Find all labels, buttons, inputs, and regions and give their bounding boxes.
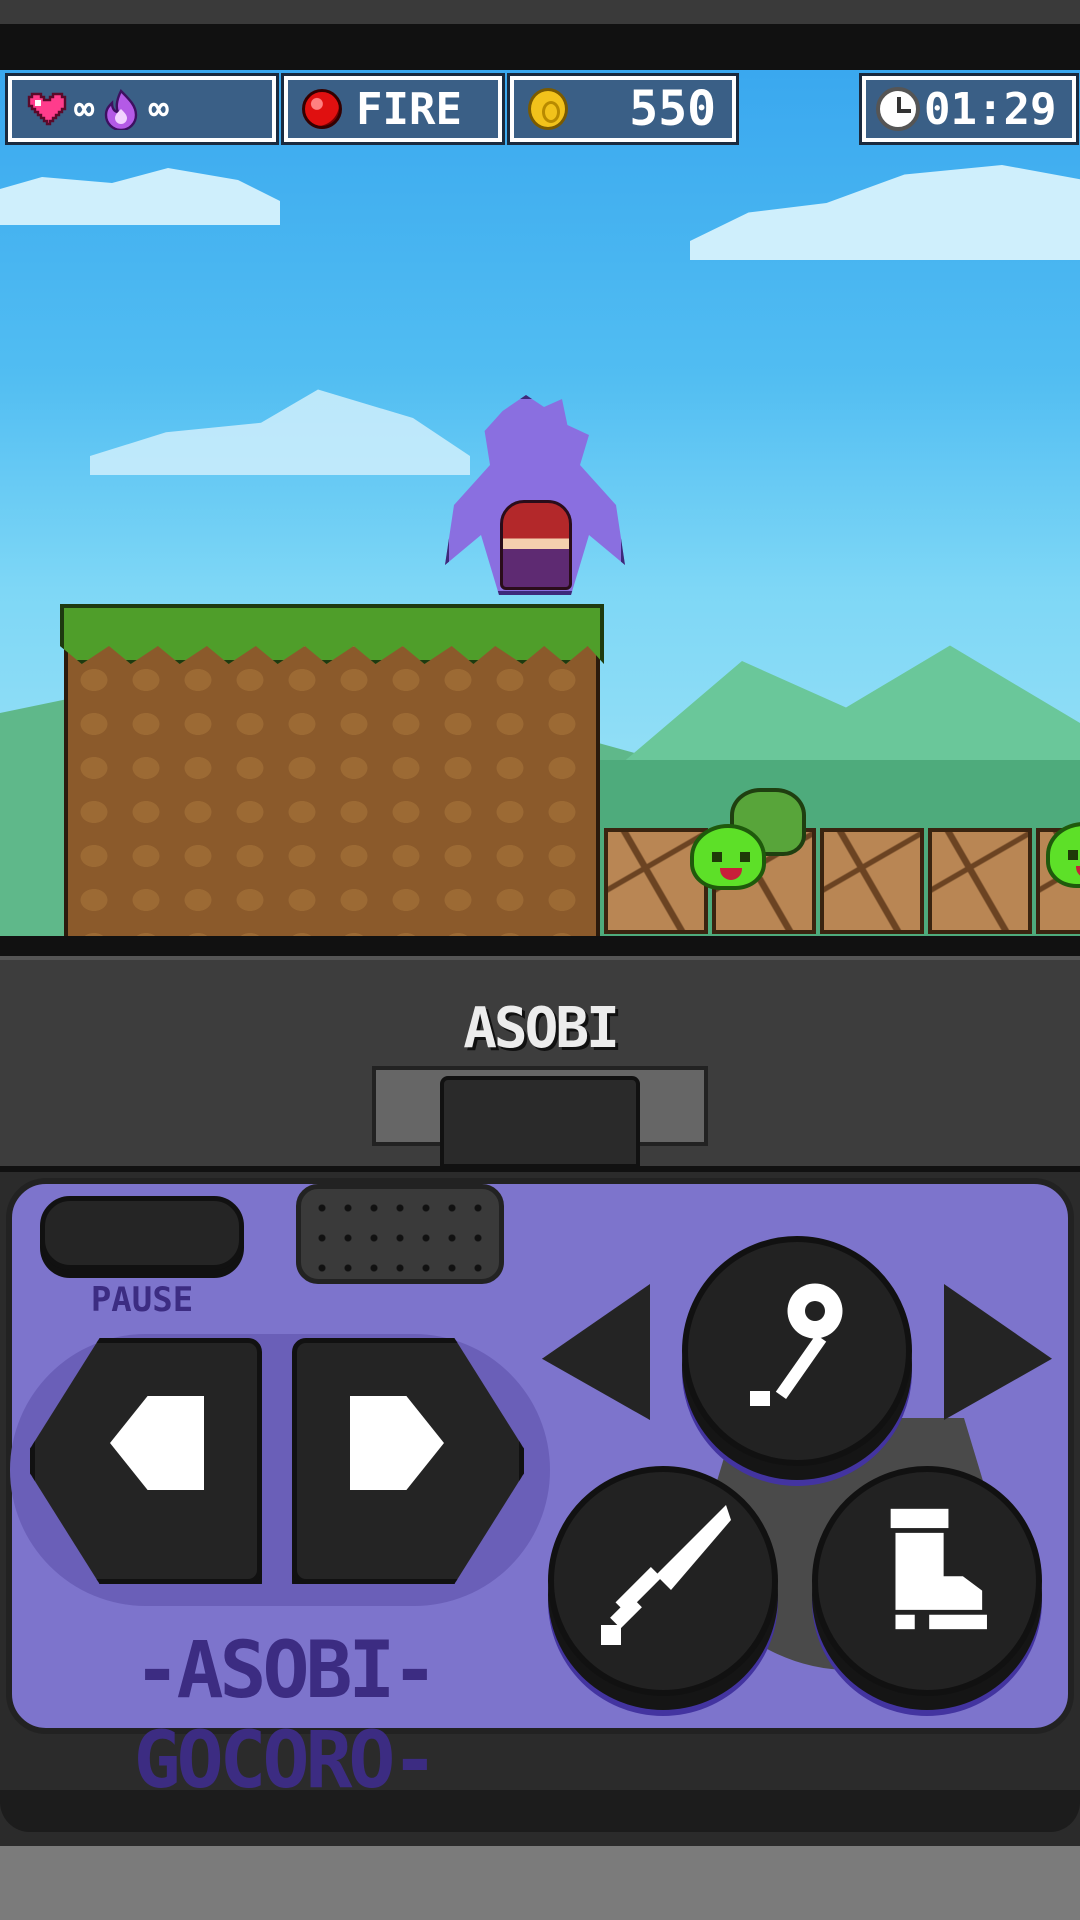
power-name: FIRE	[356, 83, 462, 135]
player-character-sprite	[500, 500, 572, 590]
stone-block	[928, 828, 1032, 934]
fire-orb-icon	[302, 89, 342, 129]
sword-icon	[601, 1505, 731, 1645]
cloud	[0, 168, 280, 225]
slime-eye	[740, 852, 750, 862]
slime-mouth	[720, 868, 742, 880]
pause-button[interactable]	[40, 1196, 244, 1270]
speaker-grille	[296, 1184, 504, 1284]
cartridge	[440, 1076, 640, 1168]
staff-icon	[750, 1283, 843, 1406]
cloud	[690, 165, 1080, 260]
coin-icon	[528, 88, 568, 130]
hud-power: FIRE	[281, 73, 505, 145]
stone-block	[820, 828, 924, 934]
hud-timer: 01:29	[859, 73, 1079, 145]
slime-eye	[712, 852, 722, 862]
boot-icon	[890, 1508, 987, 1630]
brand-logo-bottom: -ASOBI-GOCORO-	[133, 1626, 439, 1806]
clock-icon	[876, 87, 920, 131]
screen-bottom-bezel	[0, 936, 1080, 956]
lives-count: ∞	[74, 89, 95, 129]
hud-lives-magic: ∞ ∞	[5, 73, 279, 145]
timer-value: 01:29	[924, 83, 1057, 135]
pause-label: PAUSE	[90, 1280, 194, 1320]
cloud	[90, 389, 470, 475]
device-top-bezel	[0, 0, 1080, 70]
flame-icon	[105, 88, 138, 130]
heart-icon	[27, 92, 67, 126]
game-screen[interactable]	[0, 70, 1080, 936]
magic-count: ∞	[148, 89, 169, 129]
coin-count: 550	[629, 81, 716, 137]
console-bottom-edge	[0, 1790, 1080, 1832]
slime-eye	[1068, 850, 1078, 860]
slime-mouth	[1076, 866, 1080, 878]
grass-top	[60, 604, 604, 664]
hud-coins: 550	[507, 73, 739, 145]
green-slime-enemy	[690, 824, 766, 890]
